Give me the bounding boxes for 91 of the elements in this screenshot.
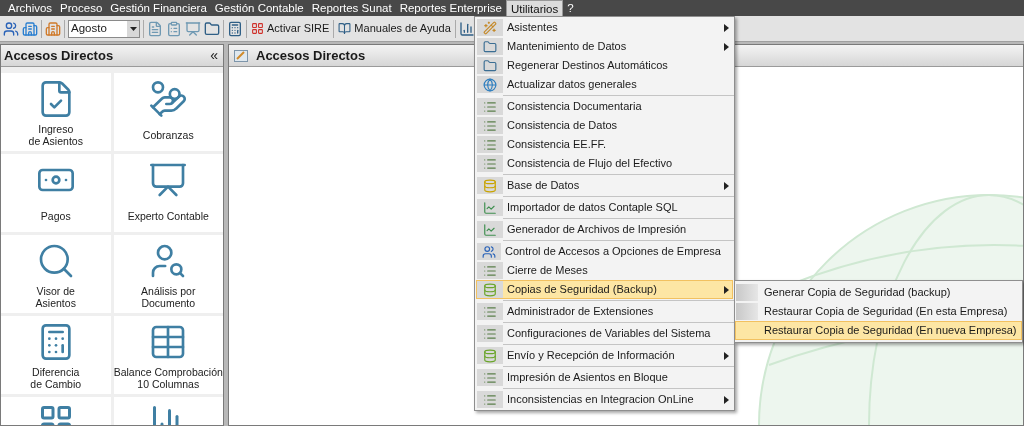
menu-bar-item[interactable]: Proceso [56, 0, 107, 16]
menu-bar-item[interactable]: Utilitarios [505, 0, 564, 16]
menu-item[interactable]: Consistencia de Datos [476, 116, 733, 135]
menu-bar-item[interactable]: Gestión Contable [210, 0, 308, 16]
toolbar-button[interactable]: Activar SIRE [250, 18, 331, 39]
chart-icon[interactable] [458, 20, 475, 37]
hand-coins-icon [148, 79, 189, 119]
menu-item[interactable]: Consistencia EE.FF. [476, 135, 733, 154]
shortcut-tile[interactable]: Análisis por Documento [113, 235, 223, 313]
calculator-icon[interactable] [227, 20, 243, 37]
submenu-item[interactable]: Generar Copia de Seguridad (backup) [735, 283, 1022, 302]
tile-label: 10 Columnas [137, 378, 200, 390]
submenu-item[interactable]: Restaurar Copia de Seguridad (En esta Empresa) [735, 302, 1022, 321]
menu-item[interactable]: Control de Accesos a Opciones de Empresa [476, 242, 733, 261]
folder-icon [483, 39, 497, 54]
folder-icon[interactable] [204, 20, 220, 37]
menu-item[interactable]: Impresión de Asientos en Bloque [476, 368, 733, 387]
shortcut-tile[interactable] [1, 397, 111, 425]
menu-item[interactable]: Base de Datos [476, 176, 733, 195]
list-icon [483, 118, 497, 133]
book-icon [338, 22, 352, 35]
menu-item[interactable]: Copias de Seguridad (Backup) [476, 280, 733, 299]
database-icon [483, 348, 497, 363]
menu-bar-item[interactable]: Archivos [4, 0, 57, 16]
panel-title: Accesos Directos [256, 46, 366, 65]
tile-label: Cobranzas [142, 129, 194, 141]
building-icon[interactable] [22, 20, 38, 37]
shortcut-tile[interactable]: Ingreso de Asientos [1, 73, 111, 151]
menu-item[interactable]: Envío y Recepción de Información [476, 346, 733, 365]
tile-label: Análisis por [141, 285, 196, 297]
menu-bar-item[interactable]: Reportes Enterprise [395, 0, 506, 16]
menu-item[interactable]: Cierre de Meses [476, 261, 733, 280]
presenter-icon[interactable] [185, 20, 201, 37]
menu-item[interactable]: Administrador de Extensiones [476, 302, 733, 321]
database-icon [483, 282, 497, 297]
menu-item[interactable]: Regenerar Destinos Automáticos [476, 56, 733, 75]
panel-title: Accesos Directos [4, 46, 114, 65]
tile-label: Diferencia [32, 366, 80, 378]
month-dropdown[interactable]: Agosto [68, 19, 140, 38]
menu-item[interactable]: Actualizar datos generales [476, 75, 733, 94]
chart-icon [483, 200, 497, 215]
wand-icon [483, 20, 497, 35]
menu-item[interactable]: Consistencia Documentaria [476, 97, 733, 116]
menu-bar-item[interactable]: Gestión Financiera [106, 0, 211, 16]
menu-item[interactable]: Inconsistencias en Integracion OnLine [476, 390, 733, 409]
list-icon [483, 304, 497, 319]
menu-item[interactable]: Importador de datos Contaple SQL [476, 198, 733, 217]
globe-icon [483, 77, 497, 92]
shortcut-tile[interactable]: Experto Contable [113, 154, 223, 232]
toolbar-button[interactable]: Manuales de Ayuda [337, 18, 452, 39]
collapse-button[interactable]: « [210, 45, 220, 66]
dropdown-caret-icon [129, 26, 137, 31]
tile-label: Experto Contable [127, 210, 209, 222]
tile-label: Documento [141, 297, 196, 309]
edit-icon [234, 49, 248, 62]
submenu-item[interactable]: Restaurar Copia de Seguridad (En nueva Empresa) [735, 321, 1022, 340]
menu-item[interactable]: Mantenimiento de Datos [476, 37, 733, 56]
list-icon [483, 370, 497, 385]
shortcut-tile[interactable]: Cobranzas [113, 73, 223, 151]
tile-label: de Asientos [28, 135, 83, 147]
menu-item[interactable]: Configuraciones de Variables del Sistema [476, 324, 733, 343]
tile-label: de Cambio [30, 378, 82, 390]
menu-bar-item[interactable]: ? [563, 0, 578, 16]
list-icon [483, 99, 497, 114]
document-icon[interactable] [147, 20, 163, 37]
shortcut-tile[interactable]: Diferencia de Cambio [1, 316, 111, 394]
database-icon [483, 178, 497, 193]
tile-label: Pagos [40, 210, 71, 222]
list-icon [483, 263, 497, 278]
tile-label: Ingreso [38, 123, 74, 135]
list-icon [483, 326, 497, 341]
clipboard-icon[interactable] [166, 20, 182, 37]
list-icon [483, 392, 497, 407]
menu-bar-item[interactable]: Reportes Sunat [307, 0, 396, 16]
building-icon[interactable] [45, 20, 61, 37]
tile-label: Visor de [36, 285, 75, 297]
tile-label: Asientos [35, 297, 76, 309]
tile-label: Balance Comprobación [113, 366, 223, 378]
folder-icon [483, 58, 497, 73]
users-icon [482, 244, 496, 259]
chart-icon [483, 222, 497, 237]
menu-item[interactable]: Generador de Archivos de Impresión [476, 220, 733, 239]
list-icon [483, 156, 497, 171]
shortcut-tile[interactable]: Balance Comprobación 10 Columnas [113, 316, 223, 394]
shortcut-tile[interactable] [113, 397, 223, 425]
shortcut-tile[interactable]: Pagos [1, 154, 111, 232]
menu-item[interactable]: Asistentes [476, 18, 733, 37]
users-icon[interactable] [3, 20, 19, 37]
list-icon [483, 137, 497, 152]
menu-item[interactable]: Consistencia de Flujo del Efectivo [476, 154, 733, 173]
shortcut-tile[interactable]: Visor de Asientos [1, 235, 111, 313]
